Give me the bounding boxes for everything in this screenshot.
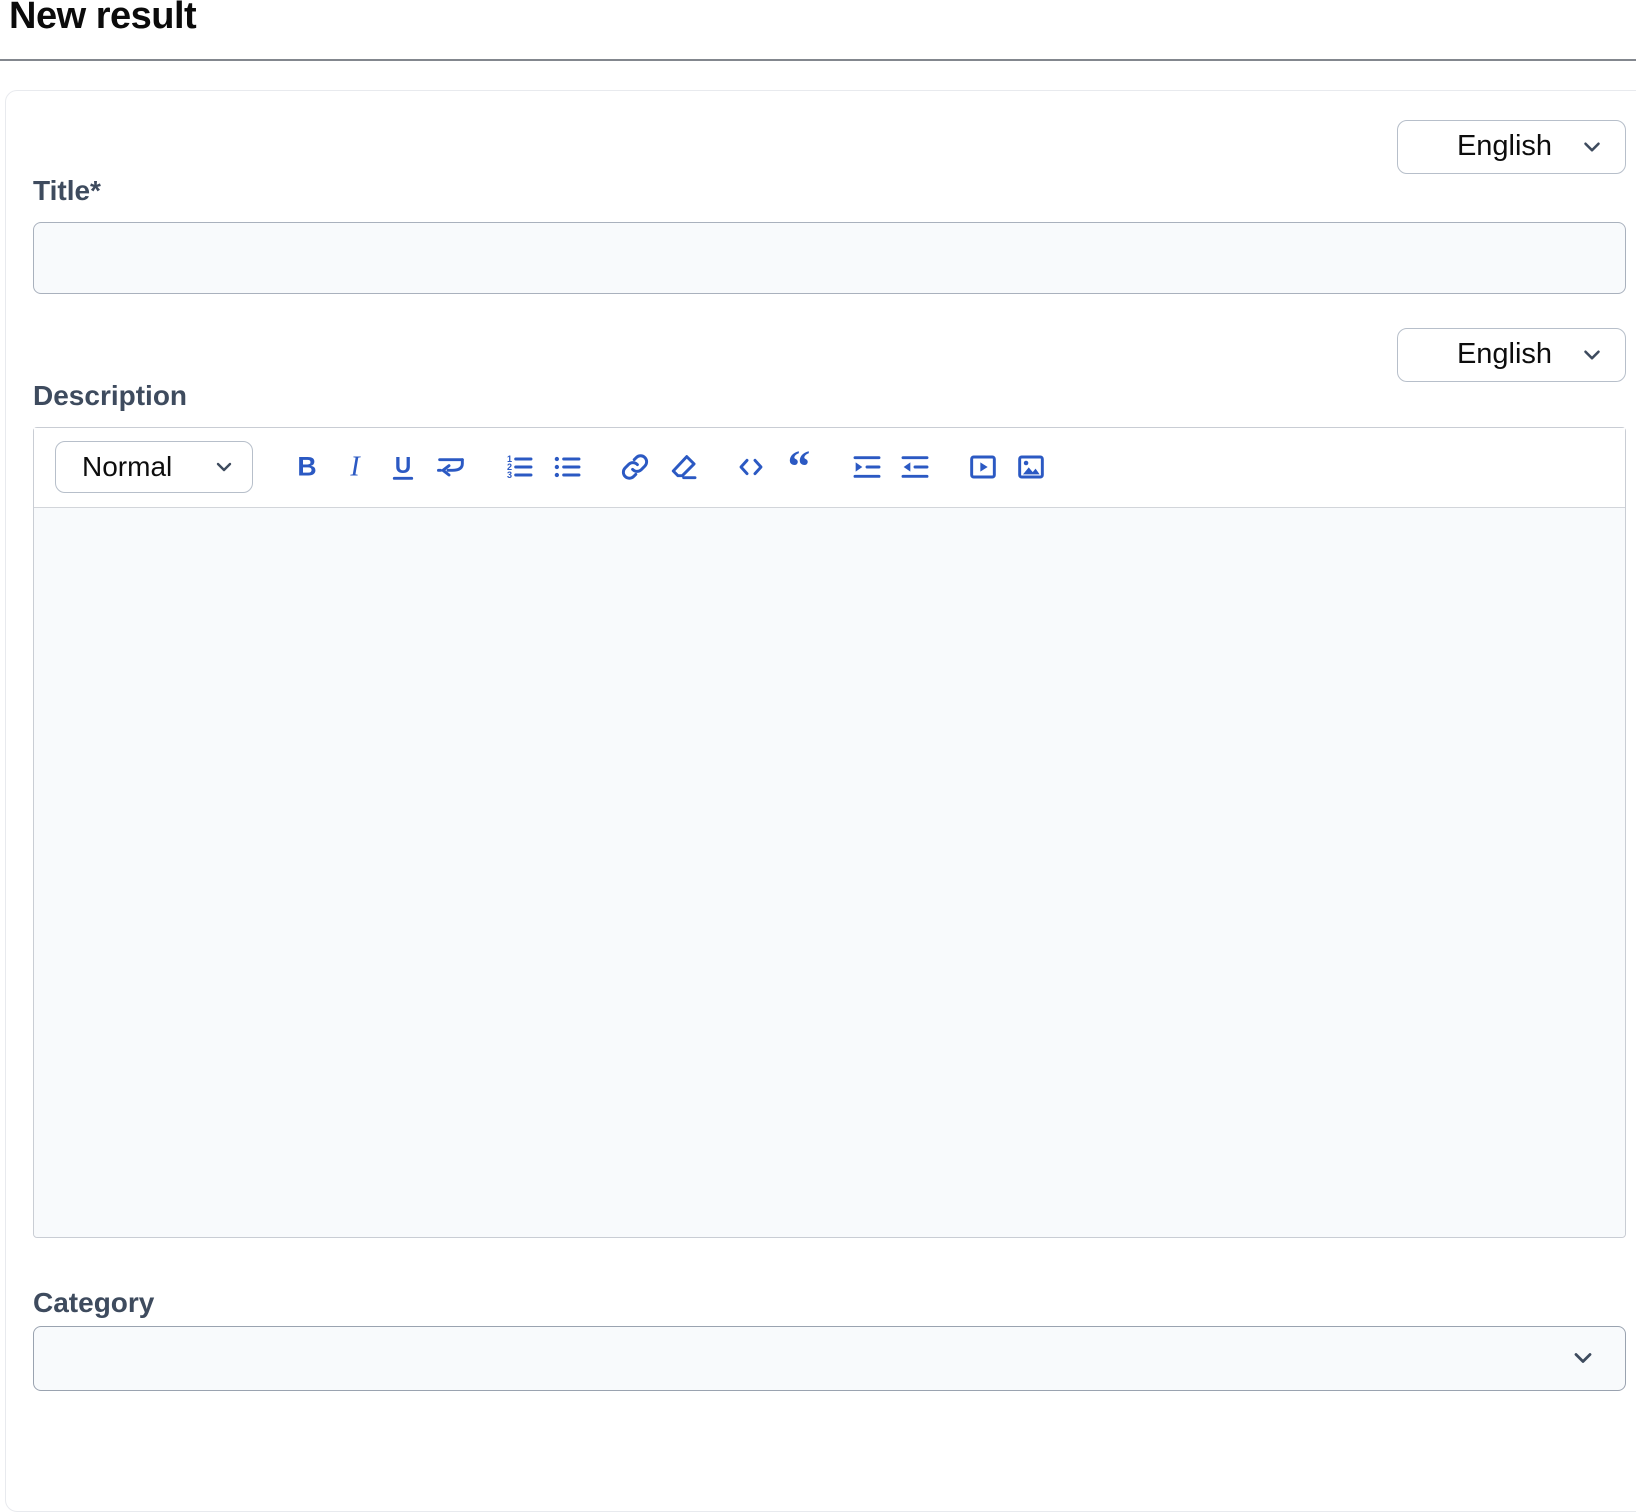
blockquote-icon[interactable]: “: [782, 443, 816, 491]
svg-text:B: B: [297, 452, 316, 482]
rich-text-editor: Normal B I U 123 “: [33, 427, 1626, 1238]
underline-icon[interactable]: U: [386, 443, 420, 491]
code-icon[interactable]: [734, 443, 768, 491]
title-language-value: English: [1430, 130, 1579, 163]
title-divider: [0, 59, 1636, 61]
title-language-select[interactable]: English: [1397, 120, 1626, 174]
clean-format-icon[interactable]: [666, 443, 700, 491]
category-select[interactable]: [33, 1326, 1626, 1391]
title-label: Title*: [33, 177, 1626, 205]
ordered-list-icon[interactable]: 123: [502, 443, 536, 491]
description-language-value: English: [1430, 338, 1579, 371]
svg-text:I: I: [349, 452, 361, 483]
toolbar-icon-group: “: [734, 443, 816, 491]
chevron-down-icon: [212, 455, 236, 479]
format-select[interactable]: Normal: [55, 441, 253, 493]
toolbar-icon-group: [966, 443, 1048, 491]
link-icon[interactable]: [618, 443, 652, 491]
video-icon[interactable]: [966, 443, 1000, 491]
toolbar-icon-group: 123: [502, 443, 584, 491]
toolbar-icon-group: [618, 443, 700, 491]
title-language-row: English: [33, 120, 1626, 174]
new-result-form-card: English Title* English Description Norma…: [5, 90, 1636, 1512]
svg-text:“: “: [788, 451, 811, 483]
line-break-icon[interactable]: [434, 443, 468, 491]
title-input[interactable]: [33, 222, 1626, 294]
toolbar-icon-group: BIU: [290, 443, 468, 491]
indent-icon[interactable]: [850, 443, 884, 491]
svg-text:U: U: [395, 452, 411, 478]
description-language-select[interactable]: English: [1397, 328, 1626, 382]
format-select-value: Normal: [82, 451, 172, 483]
category-label: Category: [33, 1289, 1626, 1317]
description-language-row: English: [33, 328, 1626, 382]
editor-content-area[interactable]: [34, 508, 1625, 1237]
toolbar-icon-group: [850, 443, 932, 491]
image-icon[interactable]: [1014, 443, 1048, 491]
toolbar-icons: B I U 123 “: [290, 443, 1082, 491]
bullet-list-icon[interactable]: [550, 443, 584, 491]
chevron-down-icon: [1569, 1344, 1597, 1372]
outdent-icon[interactable]: [898, 443, 932, 491]
svg-text:3: 3: [507, 470, 512, 480]
chevron-down-icon: [1579, 134, 1605, 160]
chevron-down-icon: [1579, 342, 1605, 368]
editor-toolbar: Normal B I U 123 “: [34, 428, 1625, 508]
description-label: Description: [33, 382, 1626, 410]
bold-icon[interactable]: B: [290, 443, 324, 491]
italic-icon[interactable]: I: [338, 443, 372, 491]
page-title: New result: [0, 0, 1636, 40]
